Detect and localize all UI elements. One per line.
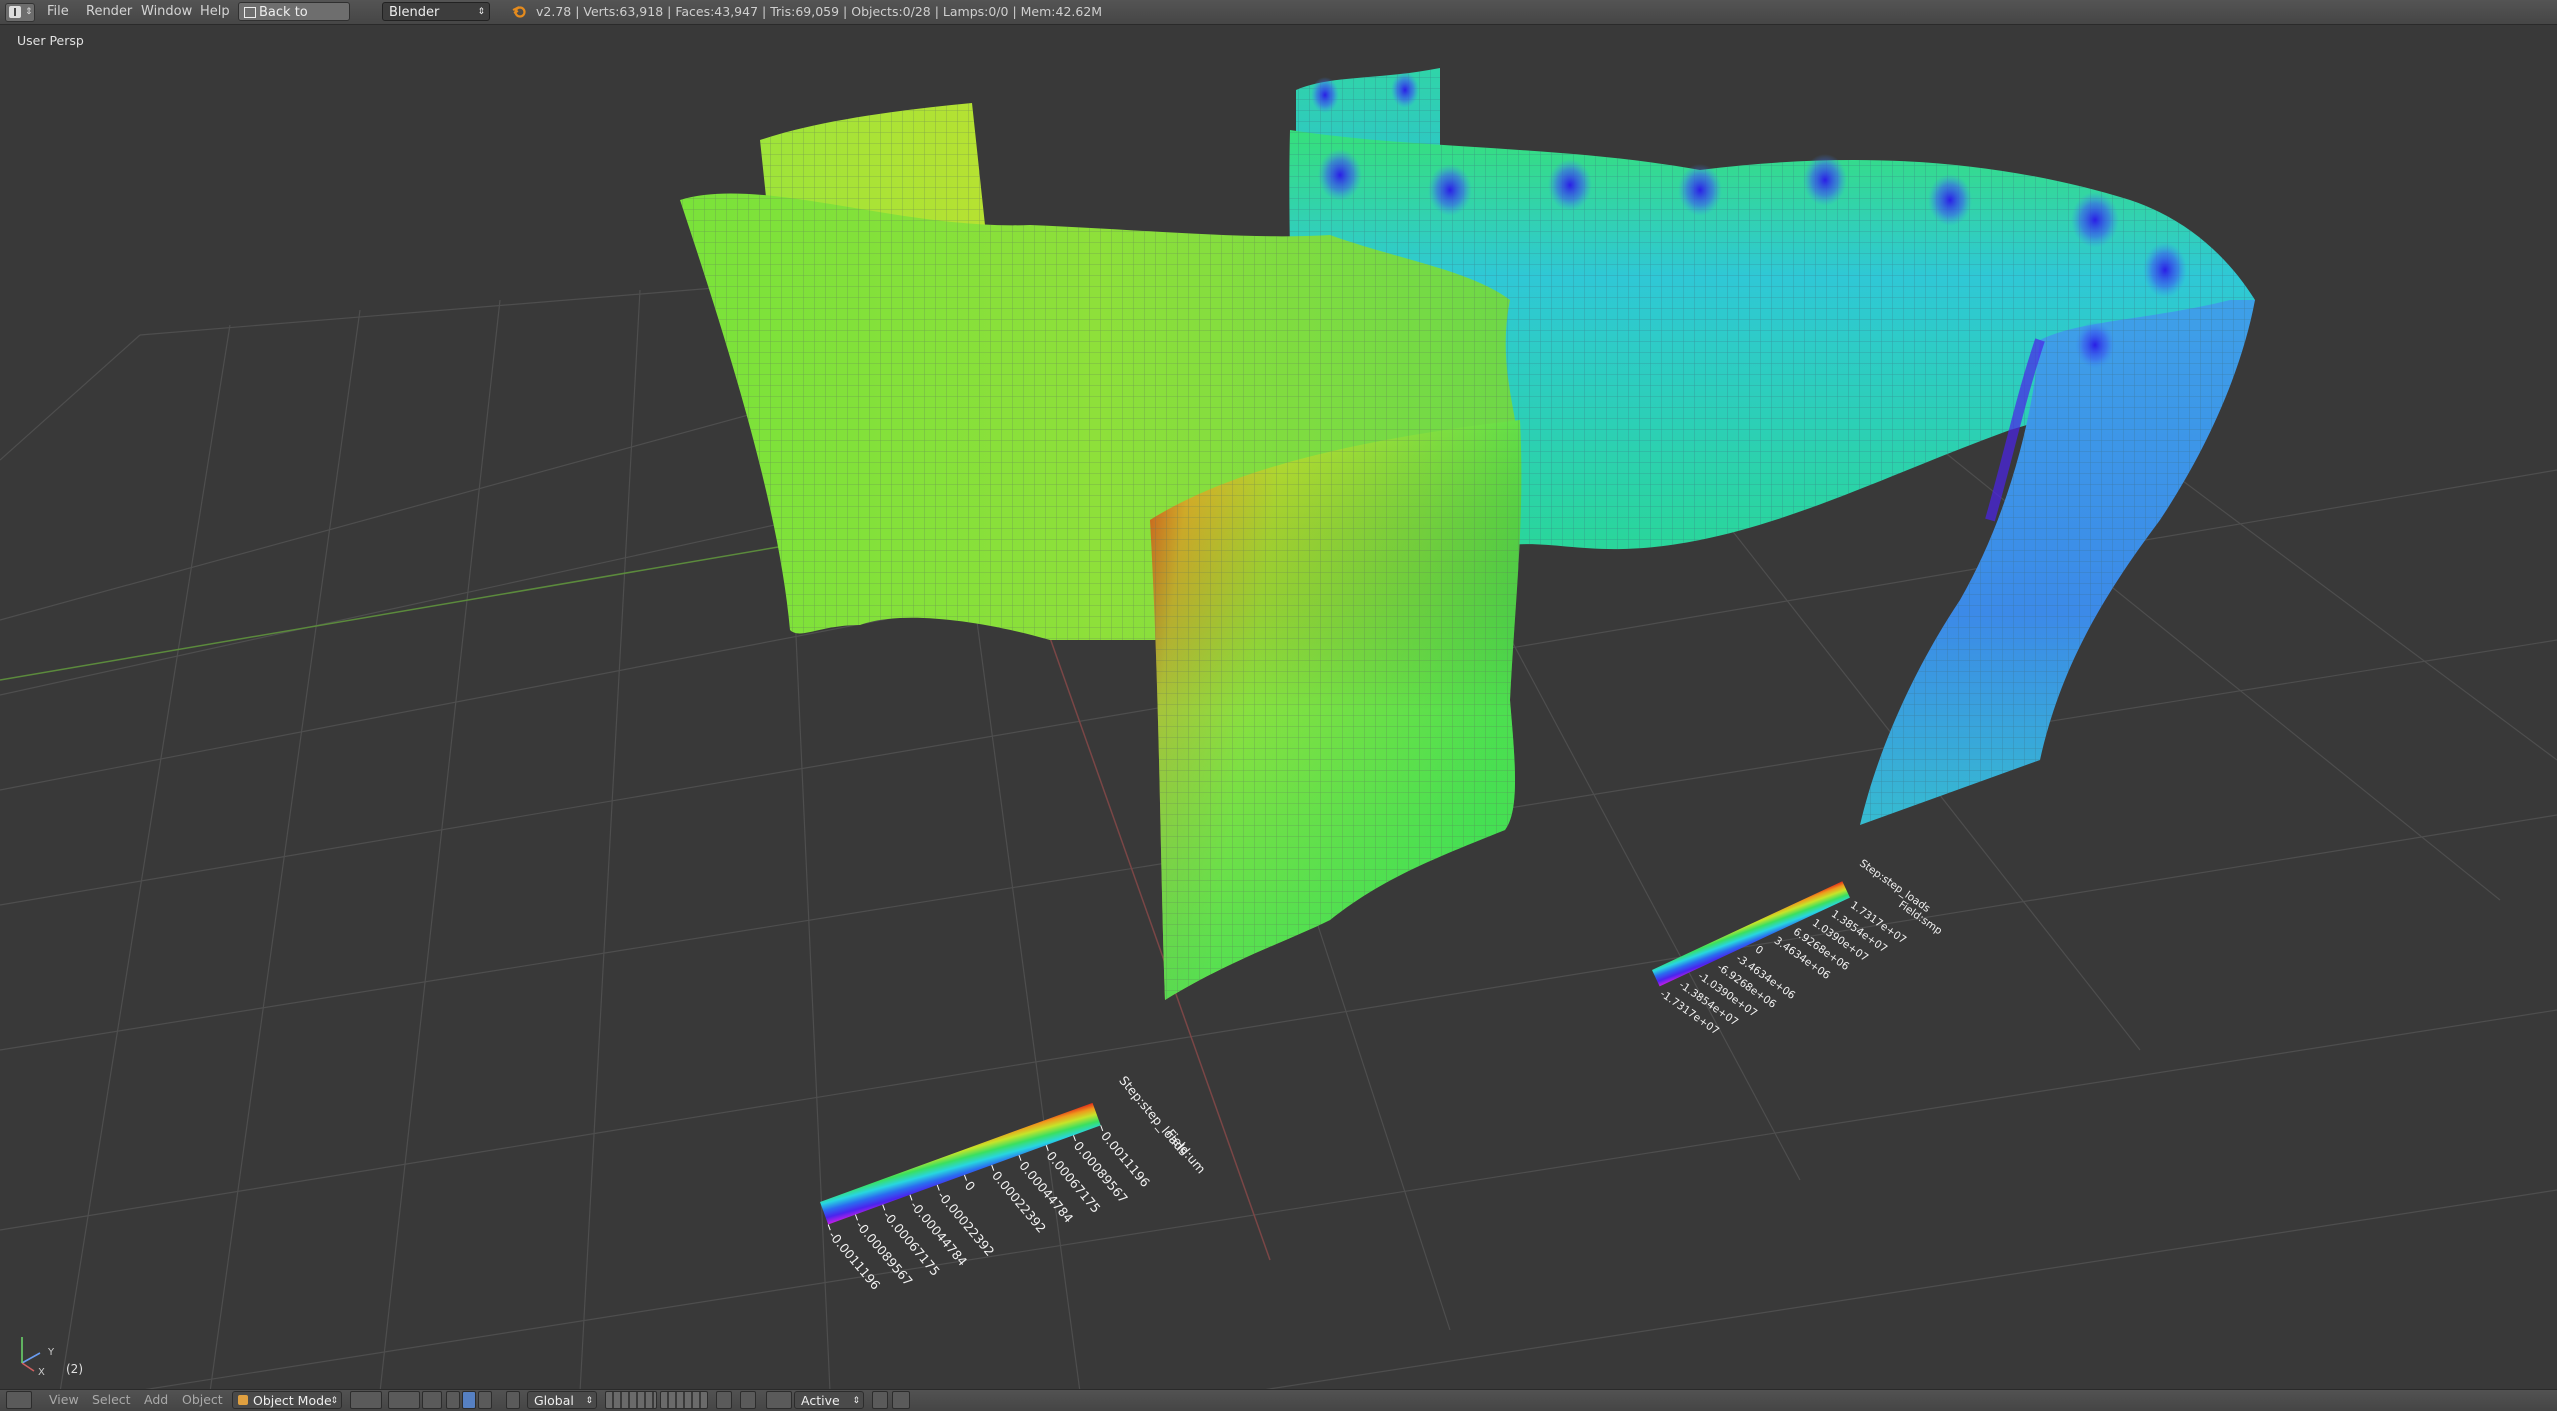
render-icon[interactable] [872,1391,888,1409]
viewport-canvas: -0.0011196 -0.00089567 -0.00067175 -0.00… [0,68,2557,1392]
screen-icon [244,7,256,18]
snap-element-select[interactable] [766,1391,792,1409]
transform-orientation-select[interactable]: Global ⇕ [527,1391,597,1409]
legend-left: -0.0011196 -0.00089567 -0.00067175 -0.00… [820,1073,1209,1293]
info-icon [9,6,21,18]
frame-indicator: (2) [66,1362,83,1376]
viewport-shading-select[interactable] [350,1391,382,1409]
blender-logo-icon [512,6,526,18]
mode-select[interactable]: Object Mode ⇕ [232,1391,342,1409]
menu-help[interactable]: Help [200,0,230,24]
orientation-value: Global [534,1393,574,1408]
editor-type-button[interactable]: ⇕ [5,3,35,22]
axis-gizmo: Y X [21,1337,55,1378]
menu-window[interactable]: Window [141,0,192,24]
layer-lock-icon[interactable] [716,1391,732,1409]
legend-left-subtitle: Field:um [1163,1126,1209,1176]
manipulator-toggle[interactable] [422,1391,442,1409]
opengl-render-icon[interactable] [892,1391,910,1409]
legend-right-title: Step:step_loads [1857,857,1932,915]
legend-left-tick: 0 [962,1178,979,1194]
proportional-edit-icon[interactable] [740,1391,756,1409]
info-header: ⇕ File Render Window Help Back to Previo… [0,0,2557,39]
scale-manipulator[interactable] [478,1391,492,1409]
updown-arrow-icon: ⇕ [25,7,33,17]
y-axis-line [0,544,791,681]
pivot-point-select[interactable] [388,1391,420,1409]
editor-type-button[interactable] [6,1391,32,1409]
legend-right: -1.7317e+07 -1.3854e+07 -1.0390e+07 -6.9… [1652,857,1945,1037]
scene-layers-2[interactable] [660,1391,708,1409]
axis-gizmo-x-label: X [38,1367,45,1378]
rotate-manipulator[interactable] [462,1391,476,1409]
menu-add[interactable]: Add [144,1391,168,1409]
3d-view-header: View Select Add Object Object Mode ⇕ Glo… [0,1389,2557,1411]
3d-viewport[interactable]: -0.0011196 -0.00089567 -0.00067175 -0.00… [0,25,2557,1392]
axis-gizmo-y-label: Y [47,1347,55,1358]
snap-target-value: Active [801,1393,840,1408]
menu-file[interactable]: File [47,0,69,24]
snap-icon[interactable] [506,1391,520,1409]
mode-value: Object Mode [253,1393,332,1408]
updown-arrow-icon: ⇕ [477,7,485,17]
menu-object[interactable]: Object [182,1391,223,1409]
updown-arrow-icon: ⇕ [852,1396,860,1406]
updown-arrow-icon: ⇕ [330,1396,338,1406]
scene-layers[interactable] [605,1391,657,1409]
view-name: User Persp [17,33,84,48]
render-engine-select[interactable]: Blender Render ⇕ [382,2,490,39]
menu-view[interactable]: View [49,1391,79,1409]
translate-manipulator[interactable] [446,1391,460,1409]
cube-icon [238,1395,248,1405]
back-to-previous-button[interactable]: Back to Previous [238,2,350,39]
scene-stats: v2.78 | Verts:63,918 | Faces:43,947 | Tr… [536,4,1103,19]
updown-arrow-icon: ⇕ [585,1396,593,1406]
menu-select[interactable]: Select [92,1391,131,1409]
snap-target-select[interactable]: Active ⇕ [794,1391,864,1409]
menu-render[interactable]: Render [86,0,132,24]
